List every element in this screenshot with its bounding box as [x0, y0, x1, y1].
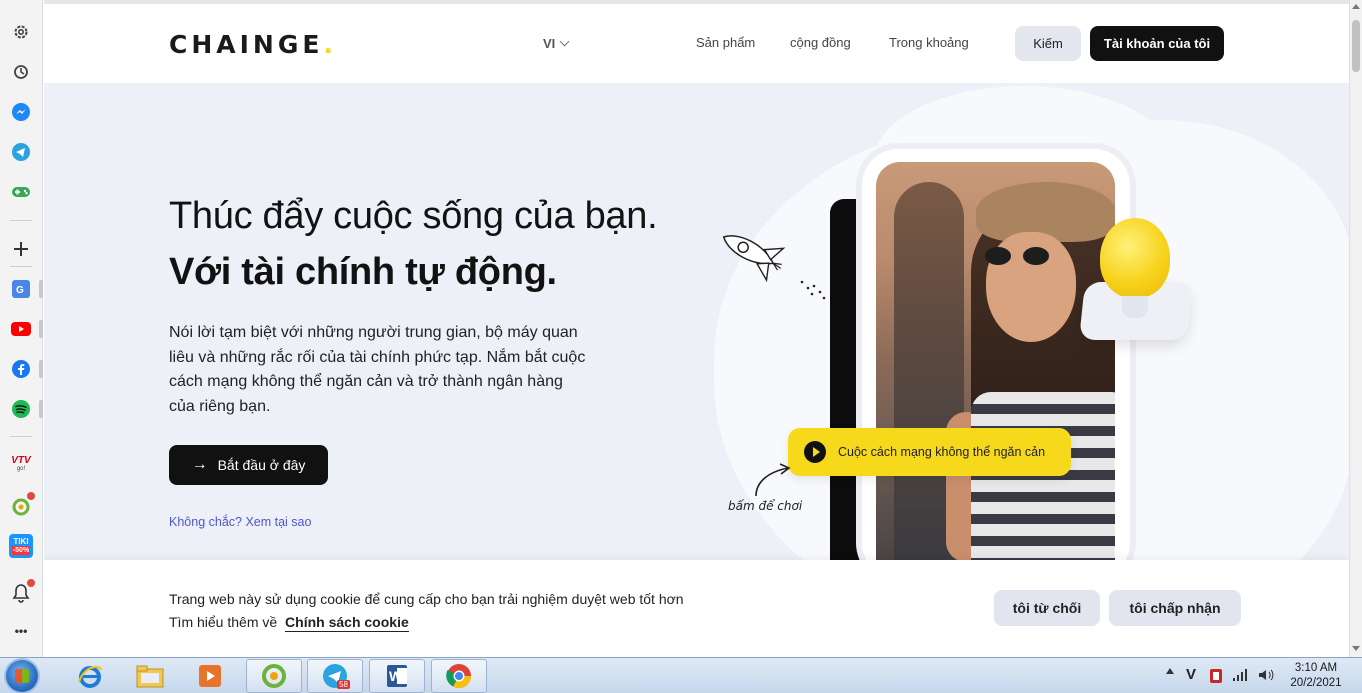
- word-icon-letter: W: [389, 668, 403, 684]
- chainge-logo[interactable]: CHAINGE.: [169, 30, 333, 59]
- windows-taskbar: 58 W V 3:10 AM 20/2/2021: [0, 657, 1362, 693]
- hint-arrow-icon: [755, 463, 791, 497]
- nav-link-about[interactable]: Trong khoảng: [889, 35, 969, 50]
- login-button[interactable]: Kiếm: [1015, 26, 1081, 61]
- get-started-button[interactable]: → Bắt đầu ở đây: [169, 445, 328, 485]
- cookie-message: Trang web này sử dụng cookie để cung cấp…: [169, 588, 684, 634]
- decline-cookies-button[interactable]: tôi từ chối: [994, 590, 1100, 626]
- play-video-label: Cuộc cách mạng không thể ngăn cản: [838, 445, 1046, 459]
- internet-explorer-icon[interactable]: [62, 659, 118, 693]
- scroll-thumb[interactable]: [1352, 20, 1360, 72]
- logo-dot: .: [323, 30, 333, 59]
- coccoc-browser-icon[interactable]: [246, 659, 302, 693]
- more-icon[interactable]: •••: [9, 619, 33, 643]
- spotify-icon[interactable]: [9, 397, 33, 421]
- show-hidden-icons-icon[interactable]: [1166, 668, 1174, 674]
- svg-text:G: G: [16, 285, 24, 296]
- clock-date: 20/2/2021: [1290, 677, 1342, 689]
- gamepad-icon[interactable]: [9, 180, 33, 204]
- youtube-icon[interactable]: [9, 317, 33, 341]
- phone-side-edge: [830, 199, 862, 569]
- tiki-logo-subtext: -50%: [11, 546, 31, 555]
- language-label: VI: [543, 36, 556, 51]
- security-icon[interactable]: [1208, 667, 1224, 685]
- tiki-icon[interactable]: TIKI -50%: [9, 534, 33, 558]
- scroll-up-icon[interactable]: [1352, 4, 1360, 9]
- messenger-icon[interactable]: [9, 100, 33, 124]
- site-header: CHAINGE. VI Sản phẩm cộng đồng Trong kho…: [44, 4, 1349, 83]
- facebook-icon[interactable]: [9, 357, 33, 381]
- hot-air-balloon-icon: [1100, 218, 1170, 298]
- arrow-right-icon: →: [191, 456, 208, 473]
- sidebar-divider: [10, 436, 32, 437]
- history-icon[interactable]: [9, 60, 33, 84]
- active-indicator: [39, 280, 43, 298]
- browser-sidebar: G VTV go! TIKI -50% •••: [0, 0, 43, 657]
- balloon-basket: [1122, 296, 1148, 318]
- photo-striped-shirt: [971, 392, 1115, 562]
- network-signal-icon[interactable]: [1232, 668, 1248, 682]
- logo-text: CHAINGE: [169, 30, 324, 59]
- cookie-banner: Trang web này sử dụng cookie để cung cấp…: [44, 560, 1349, 657]
- input-language-icon[interactable]: V: [1186, 666, 1196, 683]
- my-account-button[interactable]: Tài khoản của tôi: [1090, 26, 1224, 61]
- media-player-icon[interactable]: [182, 659, 238, 693]
- cookie-policy-link[interactable]: Chính sách cookie: [285, 614, 409, 632]
- start-button[interactable]: [6, 660, 38, 692]
- cookie-learn-more: Tìm hiểu thêm về Chính sách cookie: [169, 611, 684, 634]
- google-translate-icon[interactable]: G: [9, 277, 33, 301]
- scroll-down-icon[interactable]: [1352, 646, 1360, 651]
- rocket-illustration: [722, 235, 826, 300]
- tiki-logo-text: TIKI: [13, 537, 29, 546]
- telegram-icon[interactable]: [9, 140, 33, 164]
- hero-photo: [876, 162, 1115, 562]
- clock-time: 3:10 AM: [1294, 662, 1338, 674]
- accept-cookies-button[interactable]: tôi chấp nhận: [1109, 590, 1241, 626]
- word-icon[interactable]: W: [369, 659, 425, 693]
- add-icon[interactable]: [9, 237, 33, 261]
- cookie-message-line: Trang web này sử dụng cookie để cung cấp…: [169, 591, 684, 607]
- vtv-logo-subtext: go!: [16, 466, 26, 472]
- telegram-unread-badge: 58: [337, 680, 350, 689]
- why-link[interactable]: Không chắc? Xem tại sao: [169, 515, 311, 529]
- hero-description: Nói lời tạm biệt với những người trung g…: [169, 324, 586, 415]
- chrome-icon[interactable]: [431, 659, 487, 693]
- hero-headline-line-2: Với tài chính tự động.: [169, 251, 557, 293]
- active-indicator: [39, 360, 43, 378]
- play-icon: [804, 441, 826, 463]
- photo-sunglasses: [981, 247, 1061, 267]
- nav-link-products[interactable]: Sản phẩm: [696, 35, 755, 50]
- vtv-logo-text: VTV: [11, 455, 31, 466]
- extension-icon[interactable]: [9, 492, 35, 518]
- sidebar-divider: [10, 220, 32, 221]
- vtv-go-icon[interactable]: VTV go!: [9, 453, 33, 477]
- language-selector[interactable]: VI: [543, 36, 570, 51]
- active-indicator: [39, 400, 43, 418]
- nav-link-community[interactable]: cộng đồng: [790, 35, 851, 50]
- hero-headline-line-1: Thúc đẩy cuộc sống của bạn.: [169, 195, 658, 237]
- cookie-learn-more-text: Tìm hiểu thêm về: [169, 614, 278, 630]
- file-explorer-icon[interactable]: [122, 659, 178, 693]
- vertical-scrollbar[interactable]: [1349, 0, 1362, 657]
- chevron-down-icon: [559, 36, 570, 47]
- volume-icon[interactable]: [1258, 668, 1274, 682]
- gear-icon[interactable]: [9, 20, 33, 44]
- get-started-label: Bắt đầu ở đây: [217, 457, 306, 473]
- active-indicator: [39, 320, 43, 338]
- system-clock[interactable]: 3:10 AM 20/2/2021: [1285, 661, 1347, 691]
- notification-dot: [27, 492, 35, 500]
- webpage: CHAINGE. VI Sản phẩm cộng đồng Trong kho…: [44, 0, 1349, 657]
- notification-dot: [27, 579, 35, 587]
- telegram-icon[interactable]: 58: [307, 659, 363, 693]
- sidebar-divider: [10, 266, 32, 267]
- play-video-button[interactable]: Cuộc cách mạng không thể ngăn cản: [788, 428, 1071, 476]
- play-hint-text: bấm để chơi: [728, 499, 803, 513]
- bell-icon[interactable]: [9, 579, 35, 605]
